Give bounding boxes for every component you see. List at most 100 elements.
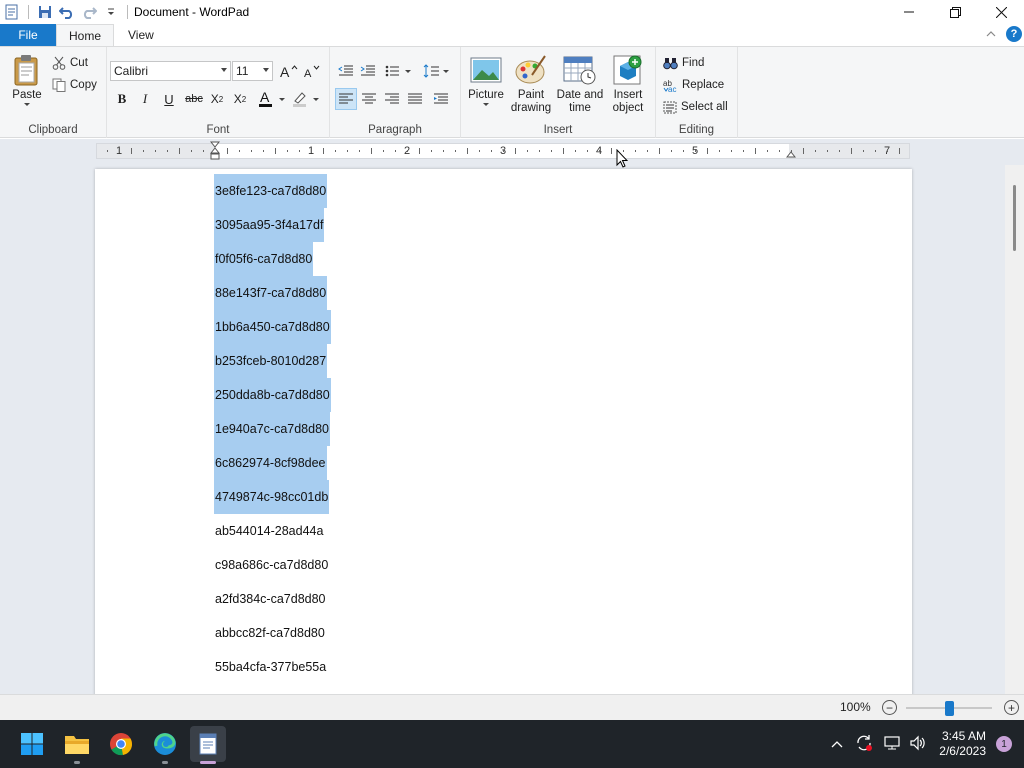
document-line[interactable]: a2fd384c-ca7d8d80	[214, 582, 327, 616]
zoom-out-button[interactable]: −	[882, 700, 897, 715]
insert-object-button[interactable]: Insert object	[607, 53, 649, 115]
collapse-ribbon-icon[interactable]	[986, 27, 996, 41]
edge-icon[interactable]	[147, 726, 183, 764]
replace-button[interactable]: ab ac Replace	[663, 75, 724, 95]
svg-text:A: A	[280, 64, 290, 78]
wordpad-taskbar-icon[interactable]	[190, 726, 226, 764]
align-left-button[interactable]	[335, 88, 357, 110]
highlight-color-button[interactable]	[290, 88, 322, 110]
file-explorer-icon[interactable]	[59, 726, 95, 764]
select-all-button[interactable]: Select all	[663, 97, 728, 117]
copy-icon	[52, 78, 66, 92]
volume-icon[interactable]	[909, 735, 927, 754]
paragraph-settings-button[interactable]	[430, 88, 452, 110]
clock[interactable]: 3:45 AM 2/6/2023	[939, 729, 986, 759]
paste-button[interactable]: Paste	[8, 53, 46, 108]
document-line[interactable]: 250dda8b-ca7d8d80	[214, 378, 331, 412]
scissors-icon	[52, 56, 66, 70]
align-right-button[interactable]	[381, 88, 403, 110]
document-line[interactable]: 1e940a7c-ca7d8d80	[214, 412, 330, 446]
document-line[interactable]: 6c862974-8cf98dee	[214, 446, 327, 480]
insert-group: Picture Paint drawing Date and time Inse…	[461, 47, 656, 138]
status-bar: 100% − +	[0, 694, 1024, 720]
close-button[interactable]	[978, 0, 1024, 24]
tab-home[interactable]: Home	[56, 24, 114, 46]
maximize-button[interactable]	[932, 0, 978, 24]
shrink-font-button[interactable]: A	[301, 60, 323, 82]
copy-label: Copy	[70, 79, 97, 91]
horizontal-ruler[interactable]: 1 1 2 3 4 5 7	[96, 141, 910, 162]
chrome-icon[interactable]	[103, 726, 139, 762]
replace-icon: ab ac	[663, 79, 678, 92]
start-button[interactable]	[14, 726, 50, 762]
picture-button[interactable]: Picture	[466, 53, 506, 108]
ruler-area: 1 1 2 3 4 5 7	[0, 139, 1024, 165]
text-color-button[interactable]: A	[256, 88, 288, 110]
document-line[interactable]: c98a686c-ca7d8d80	[214, 548, 329, 582]
justify-button[interactable]	[404, 88, 426, 110]
undo-icon[interactable]	[57, 2, 77, 22]
document-line[interactable]: 3095aa95-3f4a17df	[214, 208, 325, 242]
font-group: Calibri 11 A A B I U abc X2 X2 A Font	[107, 47, 330, 138]
window-title: Document - WordPad	[134, 5, 250, 19]
copy-button[interactable]: Copy	[52, 75, 97, 95]
font-group-label: Font	[206, 124, 230, 136]
document-line[interactable]: 88e143f7-ca7d8d80	[214, 276, 328, 310]
font-family-combo[interactable]: Calibri	[110, 61, 231, 81]
document-line-text: 4749874c-98cc01db	[215, 490, 329, 504]
customize-qat-dropdown-icon[interactable]	[101, 2, 121, 22]
vertical-scroll-thumb[interactable]	[1013, 185, 1016, 251]
notification-badge[interactable]: 1	[996, 736, 1012, 752]
document-line-text: ab544014-28ad44a	[215, 524, 324, 538]
align-center-button[interactable]	[358, 88, 380, 110]
document-line[interactable]: b253fceb-8010d287	[214, 344, 328, 378]
bold-button[interactable]: B	[111, 88, 133, 110]
document-line[interactable]: 1bb6a450-ca7d8d80	[214, 310, 331, 344]
document-line[interactable]: abbcc82f-ca7d8d80	[214, 616, 326, 650]
document-line-text: 6c862974-8cf98dee	[215, 456, 326, 470]
vertical-scrollbar[interactable]	[1005, 165, 1024, 694]
line-spacing-button[interactable]	[422, 60, 452, 82]
cut-button[interactable]: Cut	[52, 53, 88, 73]
document-line[interactable]: 4749874c-98cc01db	[214, 480, 330, 514]
increase-indent-button[interactable]	[357, 60, 379, 82]
italic-button[interactable]: I	[134, 88, 156, 110]
bullets-button[interactable]	[384, 60, 414, 82]
document-line-text: abbcc82f-ca7d8d80	[215, 626, 325, 640]
zoom-in-button[interactable]: +	[1004, 700, 1019, 715]
date-time-button[interactable]: Date and time	[555, 53, 605, 115]
sync-icon[interactable]	[855, 734, 873, 755]
find-button[interactable]: Find	[663, 53, 704, 73]
document-line-text: b253fceb-8010d287	[215, 354, 327, 368]
editing-group-label: Editing	[678, 124, 715, 136]
underline-button[interactable]: U	[158, 88, 180, 110]
document-line[interactable]: 3e8fe123-ca7d8d80	[214, 174, 328, 208]
wordpad-app-icon[interactable]	[2, 2, 22, 22]
redo-icon[interactable]	[79, 2, 99, 22]
font-size-combo[interactable]: 11	[232, 61, 273, 81]
clock-date: 2/6/2023	[939, 744, 986, 758]
grow-font-button[interactable]: A	[278, 60, 300, 82]
document-line[interactable]: ab544014-28ad44a	[214, 514, 324, 548]
paste-dropdown-icon	[24, 103, 30, 106]
decrease-indent-button[interactable]	[335, 60, 357, 82]
tab-file[interactable]: File	[0, 24, 56, 46]
network-icon[interactable]	[883, 735, 901, 754]
minimize-button[interactable]	[886, 0, 932, 24]
save-icon[interactable]	[35, 2, 55, 22]
document-area[interactable]: 3e8fe123-ca7d8d80 3095aa95-3f4a17df f0f05f…	[0, 165, 1005, 694]
zoom-slider-thumb[interactable]	[945, 701, 954, 716]
help-icon[interactable]: ?	[1006, 26, 1022, 42]
right-indent-marker[interactable]	[785, 148, 797, 162]
document-line[interactable]: f0f05f6-ca7d8d80	[214, 242, 314, 276]
insert-group-label: Insert	[543, 124, 573, 136]
superscript-button[interactable]: X2	[229, 88, 251, 110]
strikethrough-button[interactable]: abc	[183, 88, 205, 110]
subscript-button[interactable]: X2	[206, 88, 228, 110]
tab-view[interactable]: View	[114, 24, 168, 46]
date-time-label-2: time	[569, 102, 591, 114]
show-hidden-icons-icon[interactable]	[831, 737, 843, 751]
first-line-indent-marker[interactable]	[209, 141, 221, 164]
paint-drawing-button[interactable]: Paint drawing	[509, 53, 553, 115]
document-line[interactable]: 55ba4cfa-377be55a	[214, 650, 327, 684]
